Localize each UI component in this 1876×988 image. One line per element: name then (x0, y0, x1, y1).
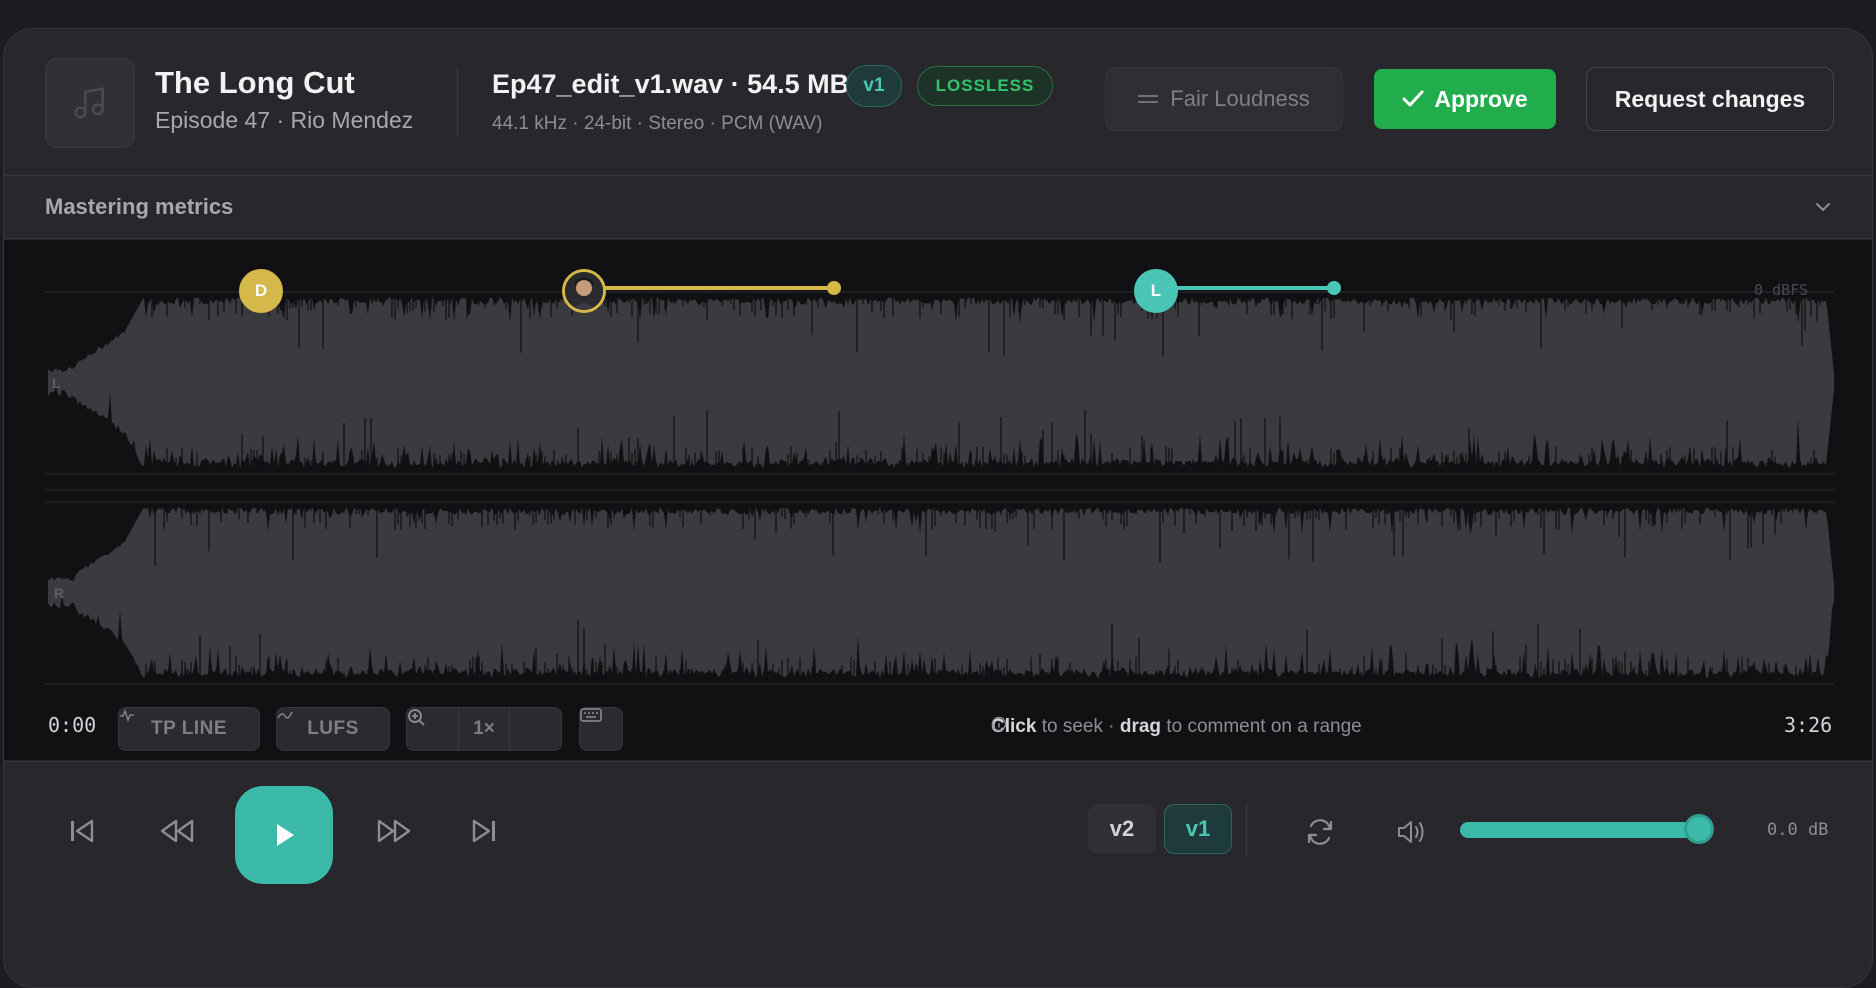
lufs-button[interactable]: LUFS (276, 707, 390, 751)
dbfs-label: 0 dBFS (1754, 281, 1809, 299)
zoom-control: 1× (406, 707, 562, 751)
file-info: 44.1 kHz · 24-bit · Stereo · PCM (WAV) (492, 113, 823, 134)
channel-label-left: L (52, 375, 61, 391)
pulse-icon (120, 708, 134, 722)
keyboard-icon (580, 708, 602, 722)
waveform-area[interactable]: 0 dBFS L R D L 0:00 TP LINE LUFS 1× Clic… (4, 240, 1872, 760)
hint-drag: drag (1119, 716, 1162, 737)
waveform-hint: Click to seek · drag to comment on a ran… (991, 716, 1362, 738)
comment-marker-l[interactable]: L (1134, 269, 1178, 313)
track-title: The Long Cut (155, 65, 355, 100)
mastering-metrics-toggle[interactable]: Mastering metrics (4, 176, 1872, 239)
tp-line-button[interactable]: TP LINE (118, 707, 260, 751)
tp-line-label: TP LINE (151, 718, 227, 739)
skip-to-end-icon[interactable] (470, 818, 498, 844)
channel-label-right: R (54, 585, 65, 601)
comment-marker-avatar[interactable] (562, 269, 606, 313)
comment-range-end-handle-l[interactable] (1327, 281, 1341, 295)
play-button[interactable] (235, 786, 333, 884)
hint-seek: to seek · (1041, 716, 1115, 737)
approve-button[interactable]: Approve (1374, 69, 1556, 129)
equals-icon (1138, 95, 1159, 103)
avatar (565, 272, 603, 310)
transport-divider (1246, 802, 1247, 856)
header-divider (457, 66, 458, 136)
hint-comment: to comment on a range (1166, 716, 1362, 737)
version-v1-button[interactable]: v1 (1164, 804, 1232, 854)
fair-loudness-label: Fair Loudness (1170, 86, 1310, 111)
comment-marker-d[interactable]: D (239, 269, 283, 313)
mastering-metrics-label: Mastering metrics (45, 194, 234, 219)
current-time: 0:00 (48, 713, 97, 737)
waveform-svg[interactable] (4, 240, 1873, 760)
track-subtitle: Episode 47 · Rio Mendez (155, 107, 414, 133)
cover-art (45, 58, 135, 148)
skip-to-start-icon[interactable] (68, 818, 96, 844)
comment-range-end-handle[interactable] (827, 281, 841, 295)
wave-icon (277, 711, 293, 719)
chevron-down-icon (1816, 203, 1830, 212)
file-name: Ep47_edit_v1.wav · 54.5 MB (492, 69, 850, 99)
loop-icon[interactable] (1305, 818, 1335, 846)
play-icon (277, 824, 294, 846)
volume-slider-thumb[interactable] (1684, 814, 1714, 844)
volume-slider-track[interactable] (1460, 822, 1712, 838)
zoom-level: 1× (457, 708, 511, 750)
comment-range-line-l[interactable] (1154, 286, 1334, 290)
version-badge: v1 (846, 65, 902, 107)
check-icon (1402, 90, 1424, 107)
rewind-icon[interactable] (159, 818, 195, 844)
transport-bar: v2 v1 0.0 dB (4, 761, 1872, 987)
info-icon (991, 716, 1007, 732)
request-changes-button[interactable]: Request changes (1586, 67, 1834, 131)
music-note-icon (74, 87, 104, 119)
zoom-in-button[interactable] (408, 708, 561, 750)
comment-range-line[interactable] (584, 286, 834, 290)
gain-readout: 0.0 dB (1767, 820, 1829, 840)
lufs-label: LUFS (307, 718, 359, 739)
review-panel: The Long Cut Episode 47 · Rio Mendez Ep4… (3, 28, 1873, 988)
keyboard-shortcuts-button[interactable] (579, 707, 623, 751)
zoom-in-icon (408, 709, 425, 726)
track-header: The Long Cut Episode 47 · Rio Mendez Ep4… (4, 29, 1872, 176)
fair-loudness-button[interactable]: Fair Loudness (1105, 67, 1343, 131)
volume-icon[interactable] (1396, 818, 1428, 846)
lossless-badge: LOSSLESS (917, 66, 1053, 106)
version-v2-button[interactable]: v2 (1088, 804, 1156, 854)
fast-forward-icon[interactable] (376, 818, 412, 844)
approve-label: Approve (1434, 85, 1528, 112)
duration: 3:26 (1784, 713, 1833, 737)
